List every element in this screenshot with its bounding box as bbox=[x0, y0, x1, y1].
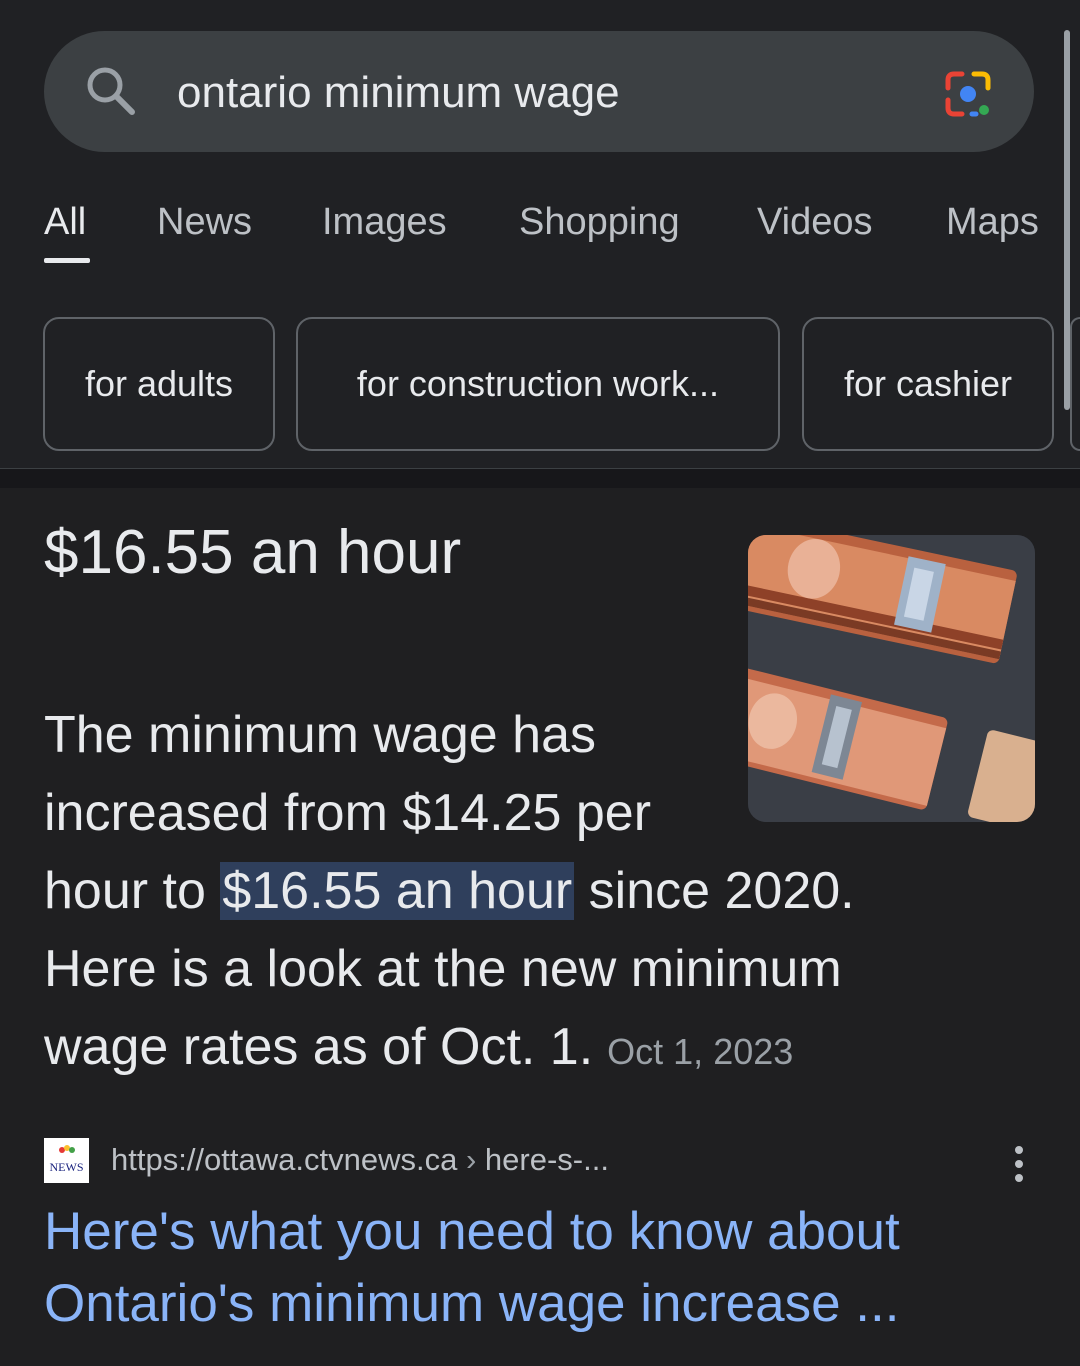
tab-all[interactable]: All bbox=[44, 196, 86, 248]
snippet-line: Here is a look at the new minimum bbox=[44, 940, 842, 998]
tab-images[interactable]: Images bbox=[322, 196, 447, 248]
search-tabs: All News Images Shopping Videos Maps bbox=[0, 196, 1080, 266]
snippet-line: hour to $16.55 an hour since 2020. bbox=[44, 852, 924, 930]
ctv-news-favicon: NEWS bbox=[44, 1138, 89, 1183]
tab-shopping[interactable]: Shopping bbox=[519, 196, 680, 248]
result-url[interactable]: https://ottawa.ctvnews.ca › here-s-... bbox=[111, 1140, 609, 1180]
more-vert-icon[interactable] bbox=[1008, 1146, 1030, 1186]
featured-answer-headline: $16.55 an hour bbox=[44, 518, 462, 587]
tab-videos[interactable]: Videos bbox=[757, 196, 873, 248]
snippet-highlight: $16.55 an hour bbox=[220, 862, 575, 920]
chip-for-cashier[interactable]: for cashier bbox=[802, 317, 1054, 451]
tab-news[interactable]: News bbox=[157, 196, 252, 248]
search-icon[interactable] bbox=[84, 64, 136, 116]
chip-next-partial[interactable] bbox=[1070, 317, 1080, 451]
result-title-link[interactable]: Here's what you need to know about Ontar… bbox=[44, 1196, 1044, 1340]
result-title-line[interactable]: Ontario's minimum wage increase ... bbox=[44, 1268, 1044, 1340]
search-query[interactable]: ontario minimum wage bbox=[177, 66, 620, 120]
tab-maps[interactable]: Maps bbox=[946, 196, 1039, 248]
result-url-path: here-s-... bbox=[484, 1142, 609, 1177]
active-tab-indicator bbox=[44, 258, 90, 263]
featured-snippet-text: The minimum wage has increased from $14.… bbox=[44, 696, 924, 1091]
snippet-date: Oct 1, 2023 bbox=[607, 1031, 794, 1072]
result-title-line[interactable]: Here's what you need to know about bbox=[44, 1196, 1044, 1268]
snippet-text: hour to bbox=[44, 862, 221, 920]
snippet-text: since 2020. bbox=[574, 862, 855, 920]
section-divider bbox=[0, 468, 1080, 488]
snippet-line: The minimum wage has bbox=[44, 706, 596, 764]
chip-for-adults[interactable]: for adults bbox=[43, 317, 275, 451]
snippet-line: wage rates as of Oct. 1. Oct 1, 2023 bbox=[44, 1008, 924, 1091]
google-lens-icon[interactable] bbox=[940, 66, 996, 122]
chip-for-construction-workers[interactable]: for construction work... bbox=[296, 317, 780, 451]
breadcrumb-separator: › bbox=[465, 1142, 477, 1177]
snippet-line: increased from $14.25 per bbox=[44, 784, 652, 842]
result-url-base: https://ottawa.ctvnews.ca bbox=[111, 1142, 458, 1177]
scrollbar[interactable] bbox=[1064, 30, 1070, 410]
snippet-text: wage rates as of Oct. 1. bbox=[44, 1018, 594, 1076]
favicon-text: NEWS bbox=[50, 1160, 84, 1174]
